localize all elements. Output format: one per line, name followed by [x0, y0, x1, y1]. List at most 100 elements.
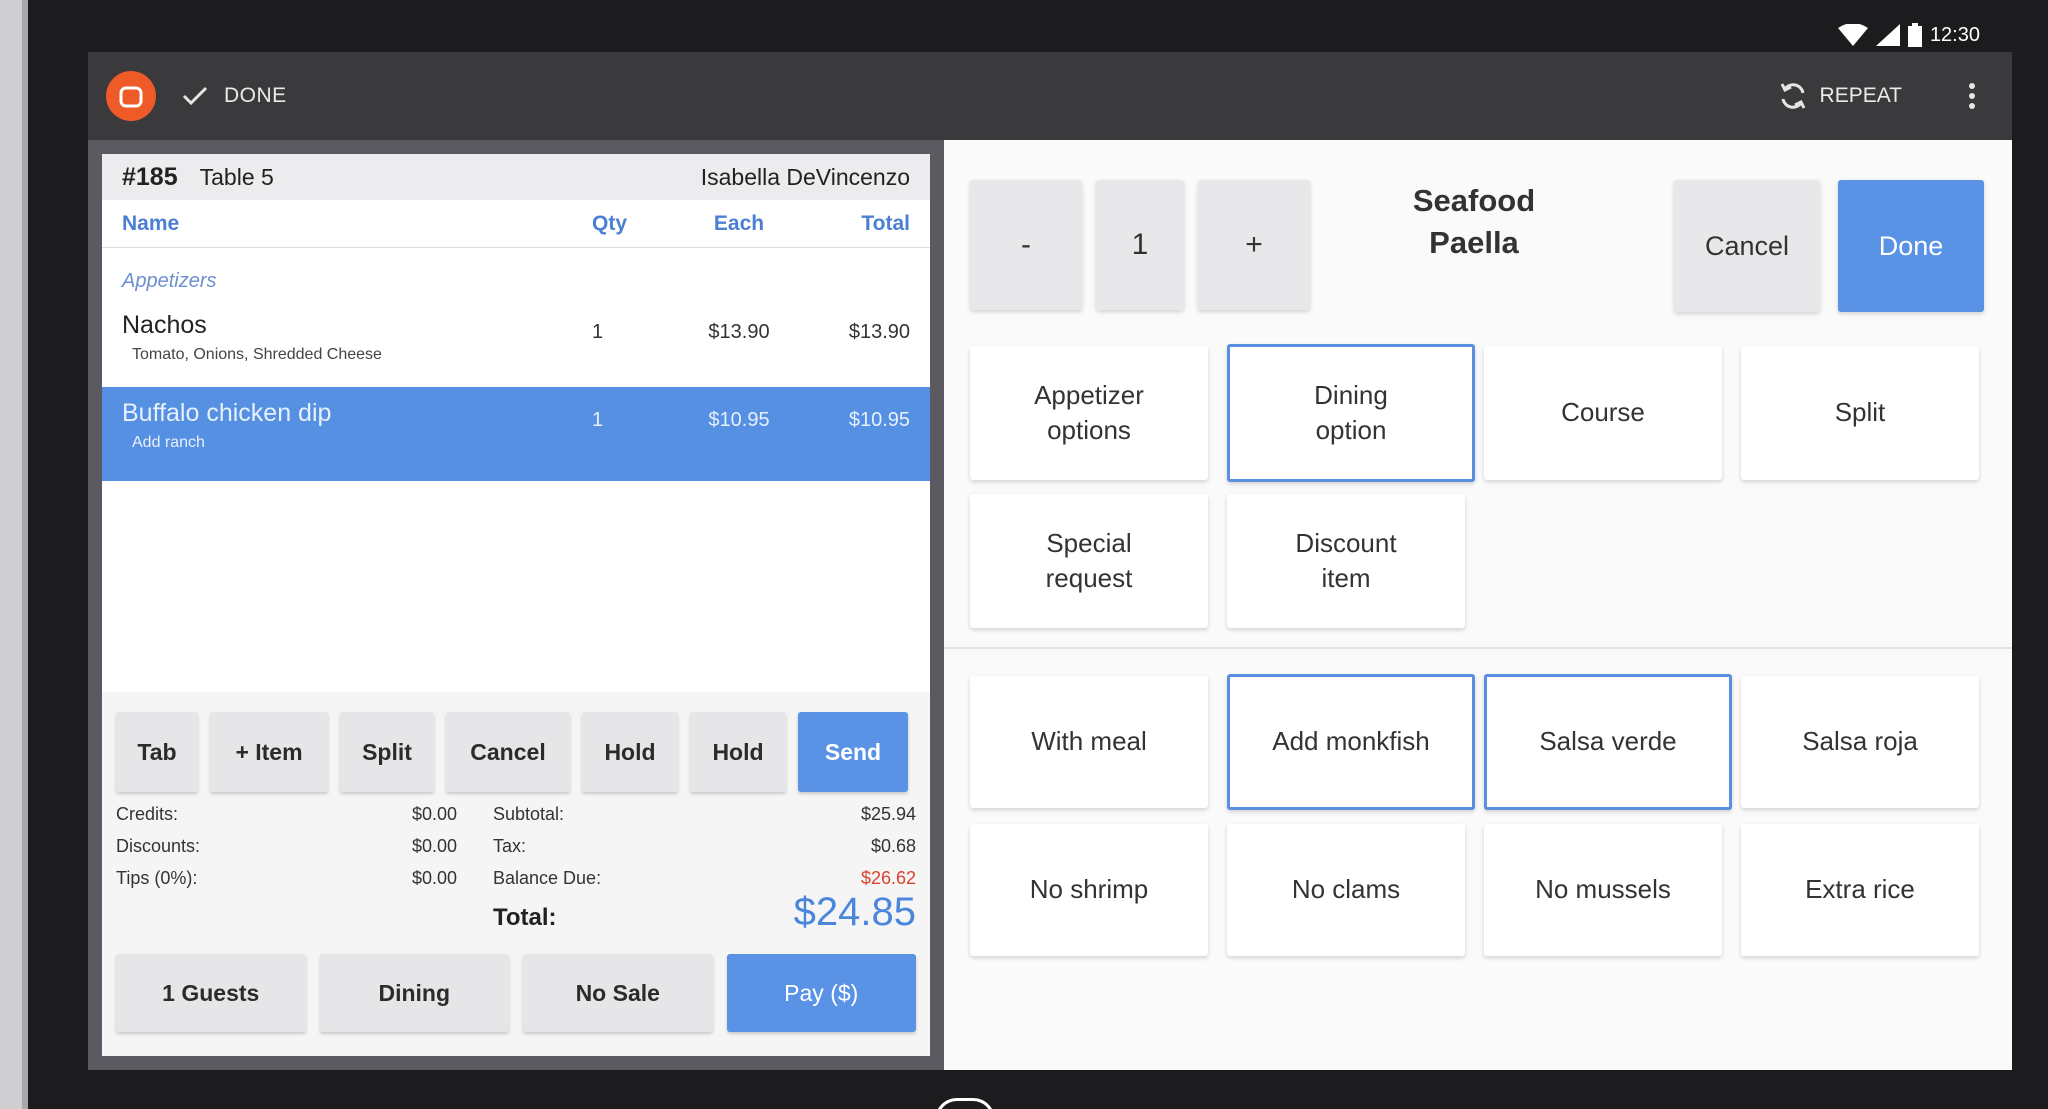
option-label: Dining [1314, 379, 1388, 410]
item-name: Buffalo chicken dip [122, 399, 332, 427]
modifier-salsa-roja[interactable]: Salsa roja [1741, 676, 1979, 808]
special-request-button[interactable]: Special request [970, 494, 1208, 628]
item-total: $13.90 [848, 321, 910, 343]
credits-label: Credits: [116, 804, 179, 824]
column-headers: Name Qty Each Total [102, 200, 930, 248]
order-item-row[interactable]: Nachos Tomato, Onions, Shredded Cheese 1… [102, 299, 930, 387]
item-qty: 1 [592, 321, 604, 343]
option-label: Discount [1295, 527, 1397, 558]
check-icon [182, 86, 208, 106]
app-logo-icon[interactable] [106, 71, 156, 121]
modifier-no-clams[interactable]: No clams [1227, 824, 1465, 956]
dining-option-button[interactable]: Dining option [1227, 344, 1475, 482]
ticket-footer-buttons: 1 Guests Dining No Sale Pay ($) [102, 954, 930, 1032]
split-button[interactable]: Split [340, 712, 434, 792]
order-number: #185 [122, 162, 178, 191]
col-each: Each [713, 211, 765, 235]
ticket-panel: #185 Table 5 Isabella DeVincenzo Name Qt… [88, 140, 944, 1070]
guests-button[interactable]: 1 Guests [116, 954, 306, 1032]
editor-cancel-button[interactable]: Cancel [1674, 180, 1820, 312]
item-each: $10.95 [708, 409, 770, 431]
battery-icon [1907, 23, 1922, 47]
tips-label: Tips (0%): [116, 868, 198, 888]
hold-button[interactable]: Hold [582, 712, 678, 792]
item-editor: - 1 + Seafood Paella Cancel Done Appetiz… [944, 140, 2012, 1070]
item-title: Seafood Paella [1324, 172, 1624, 272]
option-label: request [1045, 563, 1133, 593]
modifier-add-monkfish[interactable]: Add monkfish [1227, 674, 1475, 810]
item-title-line1: Seafood [1412, 183, 1536, 219]
order-ticket: #185 Table 5 Isabella DeVincenzo Name Qt… [102, 154, 930, 1056]
order-items: Appetizers Nachos Tomato, Onions, Shredd… [102, 248, 930, 692]
ticket-header: #185 Table 5 Isabella DeVincenzo [102, 154, 930, 200]
category-label: Appetizers [122, 270, 217, 292]
ticket-actions: Tab + Item Split Cancel Hold Hold Send [102, 712, 930, 792]
option-label: options [1047, 415, 1131, 445]
split-option-button[interactable]: Split [1741, 346, 1979, 480]
appetizer-options-button[interactable]: Appetizer options [970, 346, 1208, 480]
no-sale-button[interactable]: No Sale [523, 954, 713, 1032]
item-modifiers: Add ranch [132, 434, 205, 451]
modifier-no-shrimp[interactable]: No shrimp [970, 824, 1208, 956]
pay-button[interactable]: Pay ($) [726, 954, 916, 1032]
total-label: Total: [493, 904, 557, 931]
credits-value: $0.00 [412, 804, 458, 824]
server-name: Isabella DeVincenzo [700, 163, 910, 190]
discounts-label: Discounts: [116, 836, 201, 856]
device-bezel-edge [22, 0, 28, 1109]
balance-due-label: Balance Due: [493, 868, 602, 888]
tab-button[interactable]: Tab [116, 712, 198, 792]
balance-due-value: $26.62 [860, 868, 916, 888]
total-value: $24.85 [793, 890, 916, 934]
discounts-value: $0.00 [412, 836, 458, 856]
modifier-with-meal[interactable]: With meal [970, 676, 1208, 808]
modifier-extra-rice[interactable]: Extra rice [1741, 824, 1979, 956]
course-button[interactable]: Course [1484, 346, 1722, 480]
device-bezel [0, 0, 22, 1109]
item-total: $10.95 [848, 409, 910, 431]
add-item-button[interactable]: + Item [210, 712, 328, 792]
overflow-menu-icon[interactable] [1952, 52, 1992, 140]
modifier-salsa-verde[interactable]: Salsa verde [1484, 674, 1732, 810]
increase-quantity-button[interactable]: + [1198, 180, 1310, 310]
discount-item-button[interactable]: Discount item [1227, 494, 1465, 628]
section-divider [944, 647, 2012, 649]
col-total: Total [861, 211, 910, 235]
option-label: Special [1046, 527, 1132, 558]
done-action[interactable]: DONE [182, 84, 287, 108]
status-bar: 12:30 [88, 18, 2010, 52]
item-each: $13.90 [708, 321, 770, 343]
hold-button-2[interactable]: Hold [690, 712, 786, 792]
option-label: item [1321, 563, 1371, 593]
signal-icon [1875, 24, 1900, 46]
dining-button[interactable]: Dining [319, 954, 509, 1032]
quantity-field[interactable]: 1 [1096, 180, 1184, 310]
modifier-no-mussels[interactable]: No mussels [1484, 824, 1722, 956]
subtotal-value: $25.94 [860, 804, 916, 824]
tax-label: Tax: [493, 836, 527, 856]
repeat-button[interactable]: REPEAT [1778, 52, 1902, 140]
repeat-label: REPEAT [1819, 84, 1902, 107]
totals-summary: Credits: $0.00 Discounts: $0.00 Tips (0%… [116, 804, 916, 944]
option-label: Appetizer [1034, 379, 1144, 410]
done-label: DONE [224, 84, 287, 107]
option-label: option [1315, 415, 1387, 445]
order-item-row-selected[interactable]: Buffalo chicken dip Add ranch 1 $10.95 $… [102, 387, 930, 481]
col-name: Name [122, 211, 180, 235]
app-screen: DONE REPEAT #185 Table 5 Isabella DeVinc… [88, 52, 2012, 1070]
cancel-button[interactable]: Cancel [446, 712, 570, 792]
item-qty: 1 [592, 409, 604, 431]
item-title-line2: Paella [1429, 225, 1519, 260]
editor-done-button[interactable]: Done [1838, 180, 1984, 312]
clock: 12:30 [1929, 23, 1980, 46]
tips-value: $0.00 [412, 868, 458, 888]
tax-value: $0.68 [870, 836, 916, 856]
item-modifiers: Tomato, Onions, Shredded Cheese [132, 346, 382, 363]
wifi-icon [1837, 24, 1868, 46]
send-button[interactable]: Send [798, 712, 908, 792]
repeat-icon [1780, 83, 1805, 109]
item-name: Nachos [122, 311, 207, 339]
decrease-quantity-button[interactable]: - [970, 180, 1082, 310]
app-bar: DONE REPEAT [88, 52, 2012, 140]
home-button-icon[interactable] [935, 1098, 995, 1109]
